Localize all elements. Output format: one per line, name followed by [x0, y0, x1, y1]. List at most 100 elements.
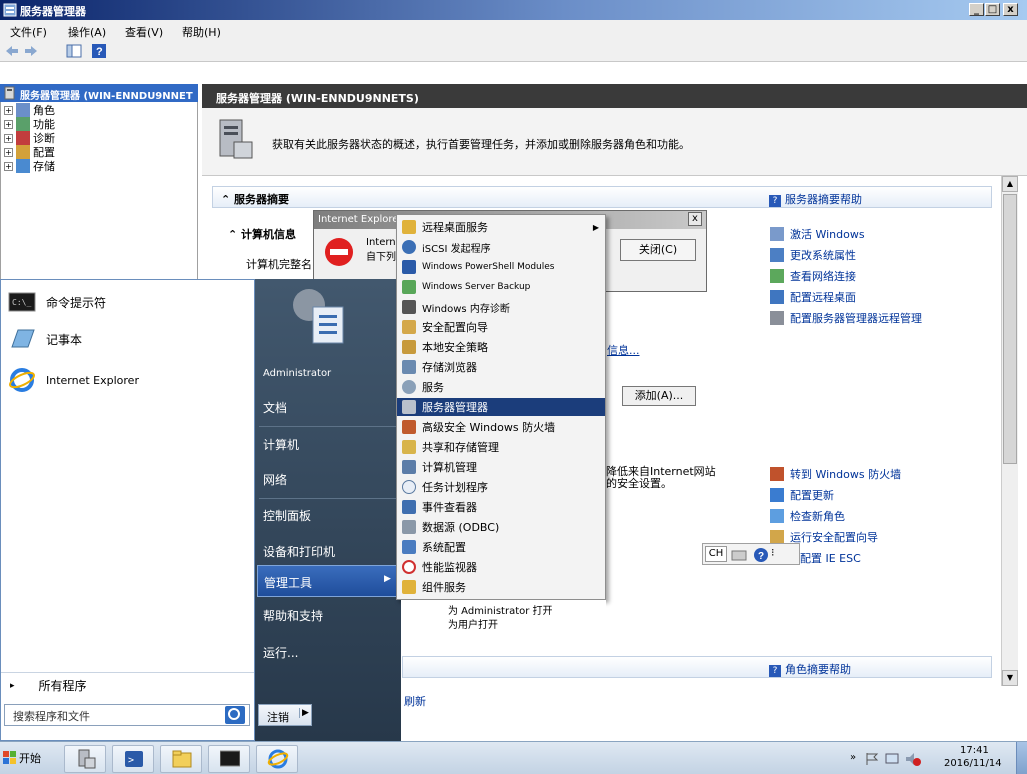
menu-view[interactable]: 查看(V) — [125, 24, 163, 40]
submenu-item-event-viewer[interactable]: 事件查看器 — [397, 498, 605, 516]
start-item-help-support[interactable]: 帮助和支持 — [263, 607, 323, 624]
tree-item-configuration[interactable]: + 配置 — [4, 145, 55, 159]
search-box[interactable]: 搜索程序和文件 — [4, 704, 250, 726]
menu-file[interactable]: 文件(F) — [10, 24, 47, 40]
minimize-button[interactable]: _ — [969, 3, 984, 16]
link-view-network[interactable]: 查看网络连接 — [770, 268, 856, 284]
start-item-network[interactable]: 网络 — [263, 471, 287, 488]
taskbar-powershell[interactable]: > — [112, 745, 154, 773]
link-ie-esc[interactable]: 配置 IE ESC — [800, 550, 861, 566]
scroll-thumb[interactable] — [1003, 194, 1017, 464]
svg-text:?: ? — [758, 551, 764, 562]
link-activate-windows[interactable]: 激活 Windows — [770, 226, 865, 242]
server-manager-icon — [4, 86, 15, 100]
forward-arrow-icon[interactable] — [23, 43, 39, 59]
start-item-ie[interactable]: Internet Explorer — [8, 367, 139, 393]
server-summary-header[interactable]: ⌃ 服务器摘要 ? 服务器摘要帮助 — [212, 186, 992, 208]
submenu-item-server-manager[interactable]: 服务器管理器 — [397, 398, 605, 416]
firewall-icon — [770, 467, 784, 481]
refresh-icon — [770, 509, 784, 523]
link-remote-desktop[interactable]: 配置远程桌面 — [770, 289, 856, 305]
link-change-system-properties[interactable]: 更改系统属性 — [770, 247, 856, 263]
taskbar-server-manager[interactable] — [64, 745, 106, 773]
tree-item-diagnostics[interactable]: + 诊断 — [4, 131, 55, 145]
info-link[interactable]: 信息... — [607, 342, 640, 358]
link-check-roles[interactable]: 检查新角色 — [770, 508, 845, 524]
roles-summary-help-link[interactable]: ? 角色摘要帮助 — [769, 661, 851, 677]
network-icon[interactable] — [884, 751, 900, 767]
start-item-admin-tools[interactable]: 管理工具 ▶ — [257, 565, 399, 597]
submenu-item-component-services[interactable]: 组件服务 — [397, 578, 605, 596]
user-picture[interactable] — [285, 283, 355, 353]
submenu-item-msconfig[interactable]: 系统配置 — [397, 538, 605, 556]
all-programs-button[interactable]: ▸ 所有程序 — [10, 677, 87, 694]
start-item-documents[interactable]: 文档 — [263, 399, 287, 416]
database-icon — [402, 520, 416, 534]
start-item-control-panel[interactable]: 控制面板 — [263, 507, 311, 524]
command-prompt-icon — [220, 750, 240, 767]
submenu-item-local-policy[interactable]: 本地安全策略 — [397, 338, 605, 356]
start-button[interactable]: 开始 — [0, 744, 50, 772]
submenu-item-share-storage[interactable]: 共享和存储管理 — [397, 438, 605, 456]
start-item-computer[interactable]: 计算机 — [263, 436, 299, 453]
refresh-link[interactable]: 刷新 — [404, 693, 426, 709]
keyboard-icon[interactable] — [731, 547, 747, 563]
submenu-item-computer-mgmt[interactable]: 计算机管理 — [397, 458, 605, 476]
content-scrollbar[interactable]: ▲ ▼ — [1001, 176, 1018, 686]
restore-button[interactable]: □ — [985, 3, 1000, 16]
submenu-item-services[interactable]: 服务 — [397, 378, 605, 396]
shutdown-options-icon[interactable]: ▶ — [299, 708, 309, 718]
submenu-item-memory-diag[interactable]: Windows 内存诊断 — [397, 298, 605, 316]
taskbar-ie[interactable] — [256, 745, 298, 773]
options-icon[interactable]: ⁝ — [771, 546, 775, 559]
show-hide-tree-icon[interactable] — [66, 43, 82, 59]
link-remote-management[interactable]: 配置服务器管理器远程管理 — [770, 310, 922, 326]
dialog-close-icon[interactable]: x — [688, 212, 702, 226]
show-desktop-button[interactable] — [1016, 742, 1027, 774]
tree-root-item[interactable]: 服务器管理器 (WIN-ENNDU9NNET — [0, 84, 198, 102]
menu-action[interactable]: 操作(A) — [68, 24, 106, 40]
help-icon[interactable]: ? — [91, 43, 107, 59]
back-arrow-icon[interactable] — [4, 43, 20, 59]
language-indicator[interactable]: CH — [705, 546, 727, 562]
taskbar-cmd[interactable] — [208, 745, 250, 773]
submenu-item-perfmon[interactable]: 性能监视器 — [397, 558, 605, 576]
scroll-up-arrow-icon[interactable]: ▲ — [1002, 176, 1018, 192]
logoff-button[interactable]: 注销 ▶ — [258, 704, 312, 726]
arrow-right-icon: ▶ — [384, 574, 391, 584]
submenu-item-scw[interactable]: 安全配置向导 — [397, 318, 605, 336]
close-button[interactable]: x — [1003, 3, 1018, 16]
menu-help[interactable]: 帮助(H) — [182, 24, 221, 40]
tree-item-roles[interactable]: + 角色 — [4, 103, 55, 117]
submenu-item-odbc[interactable]: 数据源 (ODBC) — [397, 518, 605, 536]
server-summary-help-link[interactable]: ? 服务器摘要帮助 — [769, 191, 862, 207]
dialog-close-button[interactable]: 关闭(C) — [620, 239, 696, 261]
volume-muted-icon[interactable] — [904, 751, 922, 767]
start-item-devices-printers[interactable]: 设备和打印机 — [263, 543, 335, 560]
link-firewall[interactable]: 转到 Windows 防火墙 — [770, 466, 901, 482]
start-item-notepad[interactable]: 记事本 — [8, 327, 82, 351]
submenu-item-storage-explorer[interactable]: 存储浏览器 — [397, 358, 605, 376]
svg-text:?: ? — [96, 46, 103, 58]
link-config-updates[interactable]: 配置更新 — [770, 487, 834, 503]
scroll-down-arrow-icon[interactable]: ▼ — [1002, 670, 1018, 686]
tree-item-features[interactable]: + 功能 — [4, 117, 55, 131]
clock-date[interactable]: 2016/11/14 — [944, 758, 1002, 769]
start-item-run[interactable]: 运行... — [263, 644, 298, 661]
help-circle-icon[interactable]: ? — [753, 547, 769, 563]
submenu-item-iscsi[interactable]: iSCSI 发起程序 — [397, 238, 605, 256]
search-icon[interactable] — [225, 706, 245, 724]
add-button[interactable]: 添加(A)... — [622, 386, 696, 406]
submenu-item-task-scheduler[interactable]: 任务计划程序 — [397, 478, 605, 496]
clock-time[interactable]: 17:41 — [960, 745, 989, 756]
submenu-item-firewall[interactable]: 高级安全 Windows 防火墙 — [397, 418, 605, 436]
tray-options-icon[interactable]: » — [850, 752, 856, 763]
flag-icon[interactable] — [864, 751, 880, 767]
submenu-item-backup[interactable]: Windows Server Backup — [397, 278, 605, 296]
taskbar-explorer[interactable] — [160, 745, 202, 773]
start-item-cmd[interactable]: C:\_ 命令提示符 — [8, 291, 106, 313]
submenu-item-rds[interactable]: 远程桌面服务 ▶ — [397, 218, 605, 236]
submenu-item-powershell[interactable]: Windows PowerShell Modules — [397, 258, 605, 276]
tree-item-storage[interactable]: + 存储 — [4, 159, 55, 173]
start-item-administrator[interactable]: Administrator — [263, 368, 331, 379]
